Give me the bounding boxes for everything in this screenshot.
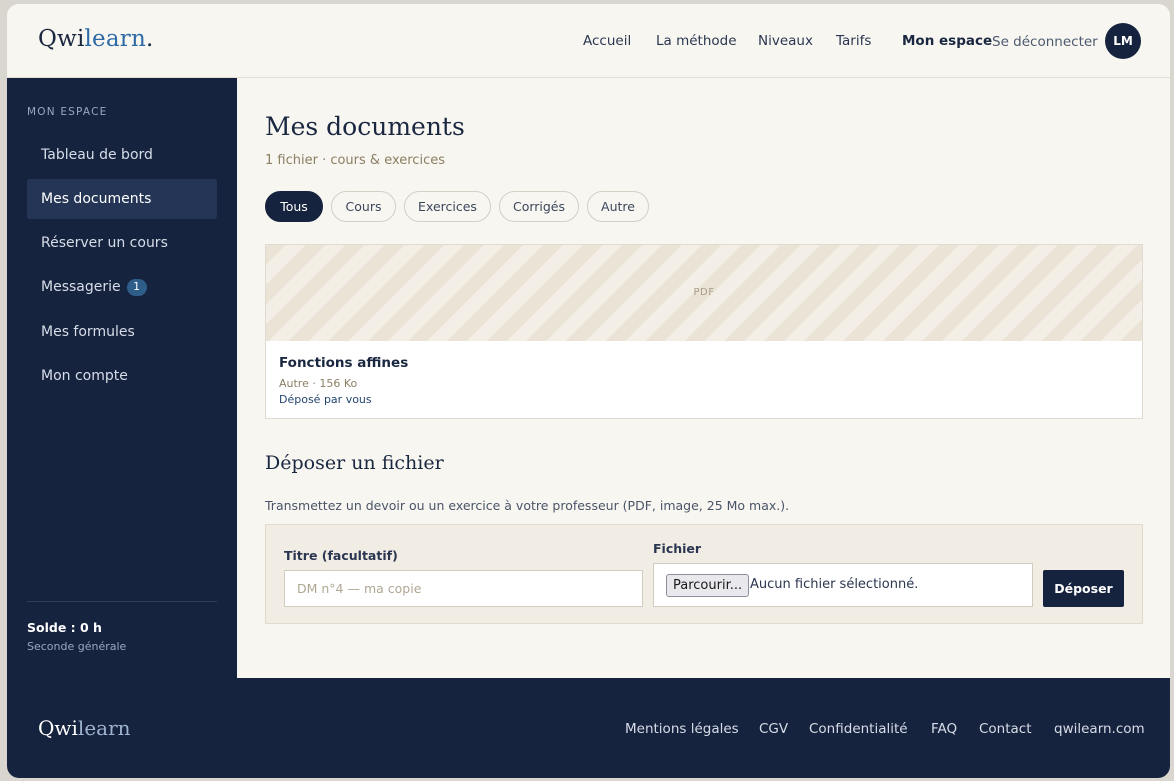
footer-link-faq[interactable]: FAQ — [931, 721, 957, 737]
title-field-label: Titre (facultatif) — [284, 548, 398, 563]
document-name: Fonctions affines — [279, 355, 409, 371]
footer-logo-main: Qwi — [38, 716, 78, 740]
filter-cours[interactable]: Cours — [331, 191, 396, 222]
sidebar-item-messages[interactable]: Messagerie 1 — [27, 267, 217, 307]
avatar[interactable]: LM — [1105, 23, 1141, 59]
nav-tarifs[interactable]: Tarifs — [836, 33, 871, 49]
footer-link-cgv[interactable]: CGV — [759, 721, 788, 737]
sidebar-item-dashboard[interactable]: Tableau de bord — [27, 135, 217, 175]
browse-button[interactable]: Parcourir... — [666, 574, 750, 597]
nav-accueil[interactable]: Accueil — [583, 33, 631, 49]
page-subtitle: 1 fichier · cours & exercices — [265, 153, 445, 168]
sidebar-item-label: Tableau de bord — [41, 147, 153, 163]
nav-niveaux[interactable]: Niveaux — [758, 33, 813, 49]
sidebar: MON ESPACE Tableau de bord Mes documents… — [7, 78, 237, 678]
file-field-label: Fichier — [653, 541, 702, 556]
pdf-icon: PDF — [693, 287, 715, 298]
filter-autre[interactable]: Autre — [587, 191, 649, 222]
app-window: Qwilearn. Accueil La méthode Niveaux Tar… — [7, 4, 1170, 778]
footer-logo[interactable]: Qwilearn — [38, 716, 131, 740]
logo-text-main: Qwi — [38, 26, 85, 52]
footer-link-legal[interactable]: Mentions légales — [625, 721, 739, 737]
file-status-text: Aucun fichier sélectionné. — [750, 577, 919, 592]
upload-form: Titre (facultatif) Fichier Parcourir... … — [265, 524, 1143, 624]
sidebar-item-label: Mes documents — [41, 191, 152, 207]
hours-balance: Solde : 0 h — [27, 620, 102, 635]
upload-description: Transmettez un devoir ou un exercice à v… — [265, 498, 790, 513]
sidebar-item-label: Mon compte — [41, 368, 128, 384]
main-content: Mes documents 1 fichier · cours & exerci… — [237, 78, 1170, 678]
filter-exercices[interactable]: Exercices — [404, 191, 491, 222]
filter-corriges[interactable]: Corrigés — [499, 191, 579, 222]
footer: Qwilearn Mentions légales CGV Confidenti… — [7, 678, 1170, 778]
top-header: Qwilearn. Accueil La méthode Niveaux Tar… — [7, 4, 1170, 78]
sidebar-item-account[interactable]: Mon compte — [27, 356, 217, 396]
logo-text-accent: learn — [84, 26, 146, 52]
upload-section-title: Déposer un fichier — [265, 452, 444, 474]
logo-dot: . — [146, 26, 154, 52]
unread-badge: 1 — [126, 279, 147, 296]
document-thumbnail: PDF — [266, 245, 1142, 341]
sidebar-item-label: Réserver un cours — [41, 235, 168, 251]
sidebar-item-booking[interactable]: Réserver un cours — [27, 223, 217, 263]
sidebar-item-plans[interactable]: Mes formules — [27, 312, 217, 352]
document-meta: Autre · 156 Ko — [279, 377, 358, 390]
footer-link-privacy[interactable]: Confidentialité — [809, 721, 908, 737]
sidebar-section-title: MON ESPACE — [27, 106, 108, 118]
footer-link-site[interactable]: qwilearn.com — [1054, 721, 1145, 737]
document-card[interactable]: PDF Fonctions affines Autre · 156 Ko Dép… — [265, 244, 1143, 419]
submit-upload-button[interactable]: Déposer — [1043, 570, 1124, 607]
title-input[interactable] — [284, 570, 643, 607]
footer-link-contact[interactable]: Contact — [979, 721, 1032, 737]
footer-logo-accent: learn — [77, 716, 131, 740]
logo[interactable]: Qwilearn. — [38, 26, 154, 52]
sidebar-item-label: Mes formules — [41, 324, 135, 340]
page-title: Mes documents — [265, 112, 465, 141]
file-input[interactable]: Parcourir... Aucun fichier sélectionné. — [653, 563, 1033, 607]
filter-all[interactable]: Tous — [265, 191, 323, 222]
logout-link[interactable]: Se déconnecter — [992, 34, 1098, 50]
student-level: Seconde générale — [27, 640, 127, 653]
nav-methode[interactable]: La méthode — [656, 33, 737, 49]
document-owner: Déposé par vous — [279, 393, 372, 406]
sidebar-item-documents[interactable]: Mes documents — [27, 179, 217, 219]
nav-mon-espace[interactable]: Mon espace — [902, 33, 992, 49]
sidebar-divider — [27, 601, 217, 602]
sidebar-item-label: Messagerie — [41, 279, 121, 295]
